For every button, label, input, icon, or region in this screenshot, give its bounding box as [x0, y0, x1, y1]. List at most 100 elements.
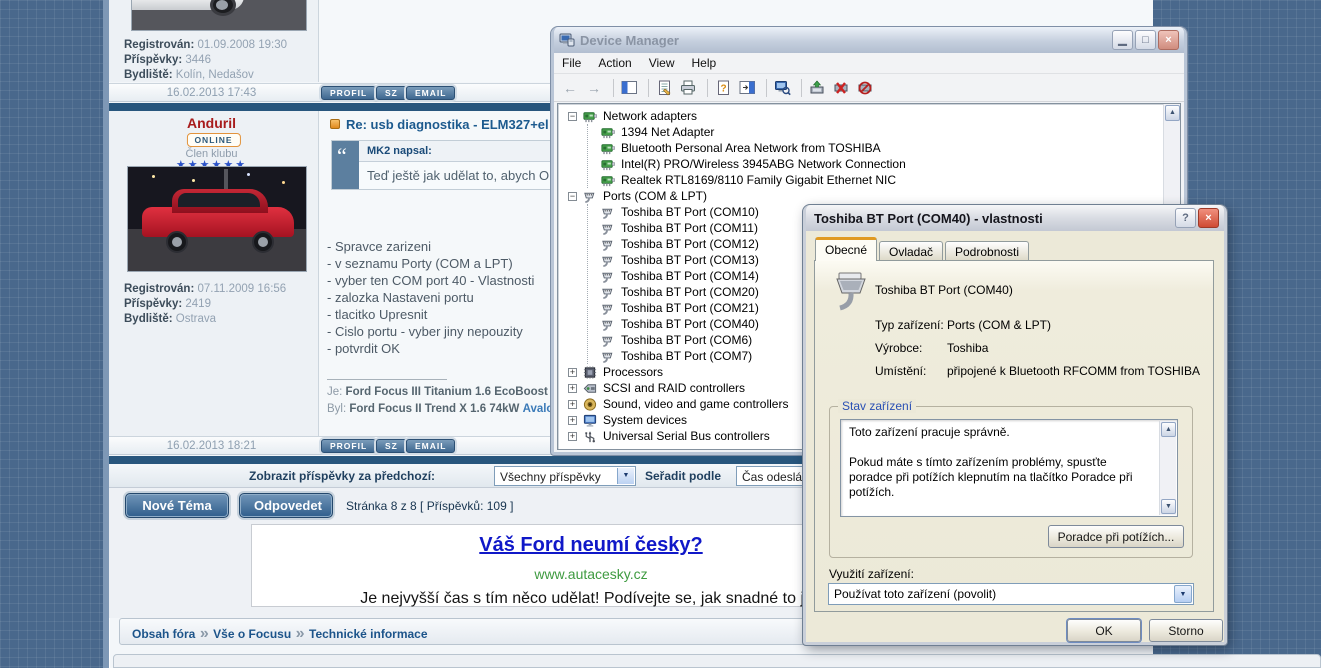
page-status: Stránka 8 z 8 [ Příspěvků: 109 ] — [346, 499, 513, 513]
toggle-console-tree-icon[interactable] — [619, 79, 639, 97]
port-icon — [600, 285, 616, 300]
status-scrollbar[interactable]: ▲ ▼ — [1159, 421, 1176, 515]
signature-divider — [327, 379, 447, 380]
tree-node-device[interactable]: Realtek RTL8169/8110 Family Gigabit Ethe… — [588, 172, 1180, 188]
device-manager-icon — [559, 32, 575, 48]
breadcrumb-section[interactable]: Technické informace — [309, 627, 428, 641]
scroll-up-icon[interactable]: ▲ — [1161, 422, 1176, 437]
signature-previous-car: Byl: Ford Focus II Trend X 1.6 74kW Aval… — [327, 403, 560, 415]
menu-view[interactable]: View — [649, 56, 675, 70]
port-icon — [600, 317, 616, 332]
menu-file[interactable]: File — [562, 56, 581, 70]
toggle-details-pane-icon[interactable] — [737, 79, 757, 97]
port-icon — [600, 221, 616, 236]
device-usage-combobox[interactable]: Používat toto zařízení (povolit) ▼ — [828, 583, 1194, 605]
menu-action[interactable]: Action — [598, 56, 631, 70]
breadcrumb-forum-index[interactable]: Obsah fóra — [132, 627, 195, 641]
reply-button[interactable]: Odpovedet — [239, 493, 333, 518]
device-manager-titlebar[interactable]: Device Manager ▁ □ × — [554, 27, 1184, 53]
profile-button[interactable]: PROFIL — [321, 86, 376, 100]
uninstall-device-icon[interactable] — [855, 79, 875, 97]
new-topic-button[interactable]: Nové Téma — [125, 493, 229, 518]
port-icon — [600, 333, 616, 348]
post-date: 16.02.2013 18:21 — [109, 440, 314, 452]
maximize-button[interactable]: □ — [1135, 30, 1156, 50]
troubleshoot-button[interactable]: Poradce při potížích... — [1048, 525, 1184, 548]
private-message-button[interactable]: SZ — [376, 86, 407, 100]
manufacturer-label: Výrobce: — [875, 341, 922, 355]
tree-node-device[interactable]: Intel(R) PRO/Wireless 3945ABG Network Co… — [588, 156, 1180, 172]
disable-device-icon[interactable] — [831, 79, 851, 97]
toolbar: ← → ? — [554, 74, 1184, 102]
minimize-button[interactable]: ▁ — [1112, 30, 1133, 50]
svg-text:?: ? — [720, 83, 726, 94]
tab-general[interactable]: Obecné — [815, 237, 877, 261]
cancel-button[interactable]: Storno — [1149, 619, 1223, 642]
tree-node-device[interactable]: Bluetooth Personal Area Network from TOS… — [588, 140, 1180, 156]
show-posts-select[interactable]: Všechny příspěvky ▼ — [494, 466, 636, 486]
ad-title-link[interactable]: Váš Ford neumí česky? — [479, 534, 702, 556]
post-title[interactable]: Re: usb diagnostika - ELM327+el — [330, 117, 549, 132]
registered-row: Registrován: 01.09.2008 19:30 — [124, 39, 287, 51]
device-type-label: Typ zařízení: — [875, 318, 944, 332]
collapse-icon[interactable]: − — [568, 112, 577, 121]
port-icon — [600, 301, 616, 316]
scroll-up-icon[interactable]: ▲ — [1165, 105, 1180, 121]
network-adapter-icon — [600, 157, 616, 172]
back-icon[interactable]: ← — [560, 79, 580, 97]
tree-node-ports[interactable]: − Ports (COM & LPT) — [568, 188, 1180, 204]
scan-hardware-changes-icon[interactable] — [772, 79, 792, 97]
tab-driver[interactable]: Ovladač — [879, 241, 943, 261]
properties-icon[interactable] — [654, 79, 674, 97]
dropdown-arrow-icon[interactable]: ▼ — [1174, 585, 1192, 603]
avatar-silver-car — [131, 0, 307, 31]
device-status-text[interactable]: Toto zařízení pracuje správně. Pokud mát… — [840, 419, 1178, 517]
ok-button[interactable]: OK — [1067, 619, 1141, 642]
email-button[interactable]: EMAIL — [406, 439, 455, 453]
general-tab-page: Toshiba BT Port (COM40) Typ zařízení: Po… — [814, 260, 1214, 612]
tab-details[interactable]: Podrobnosti — [945, 241, 1029, 261]
sound-device-icon — [582, 397, 598, 412]
post-line: - v seznamu Porty (COM a LPT) — [327, 256, 513, 271]
help-icon[interactable]: ? — [713, 79, 733, 97]
sort-by-label: Seřadit podle — [645, 469, 721, 483]
post-user-column: Anduril ONLINE Člen klubu ★★★★★★ Registr… — [109, 111, 319, 436]
expand-icon[interactable]: + — [568, 384, 577, 393]
tree-node-network-adapters[interactable]: − Network adapters — [568, 108, 1180, 124]
breadcrumb-category[interactable]: Vše o Focusu — [213, 627, 291, 641]
expand-icon[interactable]: + — [568, 368, 577, 377]
tree-node-device[interactable]: 1394 Net Adapter — [588, 124, 1180, 140]
update-driver-icon[interactable] — [807, 79, 827, 97]
avatar-red-car — [127, 166, 307, 272]
footer-strip — [113, 654, 1321, 668]
private-message-button[interactable]: SZ — [376, 439, 407, 453]
username-link[interactable]: Anduril — [109, 115, 314, 131]
device-type-value: Ports (COM & LPT) — [947, 318, 1051, 332]
print-icon[interactable] — [678, 79, 698, 97]
help-button[interactable]: ? — [1175, 208, 1196, 228]
dialog-titlebar[interactable]: Toshiba BT Port (COM40) - vlastnosti ? × — [806, 205, 1224, 231]
close-button[interactable]: × — [1198, 208, 1219, 228]
post-prev-user-column: Registrován: 01.09.2008 19:30 Příspěvky:… — [109, 0, 319, 82]
post-line: - Cislo portu - vyber jiny nepouzity — [327, 324, 523, 339]
post-line: - Spravce zarizeni — [327, 239, 431, 254]
menu-help[interactable]: Help — [692, 56, 717, 70]
system-devices-icon — [582, 413, 598, 428]
device-name: Toshiba BT Port (COM40) — [875, 283, 1013, 297]
port-properties-dialog: Toshiba BT Port (COM40) - vlastnosti ? ×… — [803, 205, 1227, 645]
online-badge: ONLINE — [186, 133, 240, 147]
post-line: - tlacitko Upresnit — [327, 307, 427, 322]
quote-icon: “ — [332, 141, 359, 189]
email-button[interactable]: EMAIL — [406, 86, 455, 100]
dialog-title: Toshiba BT Port (COM40) - vlastnosti — [814, 211, 1173, 226]
device-usage-label: Využití zařízení: — [829, 567, 914, 581]
expand-icon[interactable]: + — [568, 400, 577, 409]
forward-icon[interactable]: → — [584, 79, 604, 97]
collapse-icon[interactable]: − — [568, 192, 577, 201]
expand-icon[interactable]: + — [568, 416, 577, 425]
dropdown-arrow-icon[interactable]: ▼ — [617, 468, 634, 484]
scroll-down-icon[interactable]: ▼ — [1161, 499, 1176, 514]
profile-button[interactable]: PROFIL — [321, 439, 376, 453]
expand-icon[interactable]: + — [568, 432, 577, 441]
close-button[interactable]: × — [1158, 30, 1179, 50]
